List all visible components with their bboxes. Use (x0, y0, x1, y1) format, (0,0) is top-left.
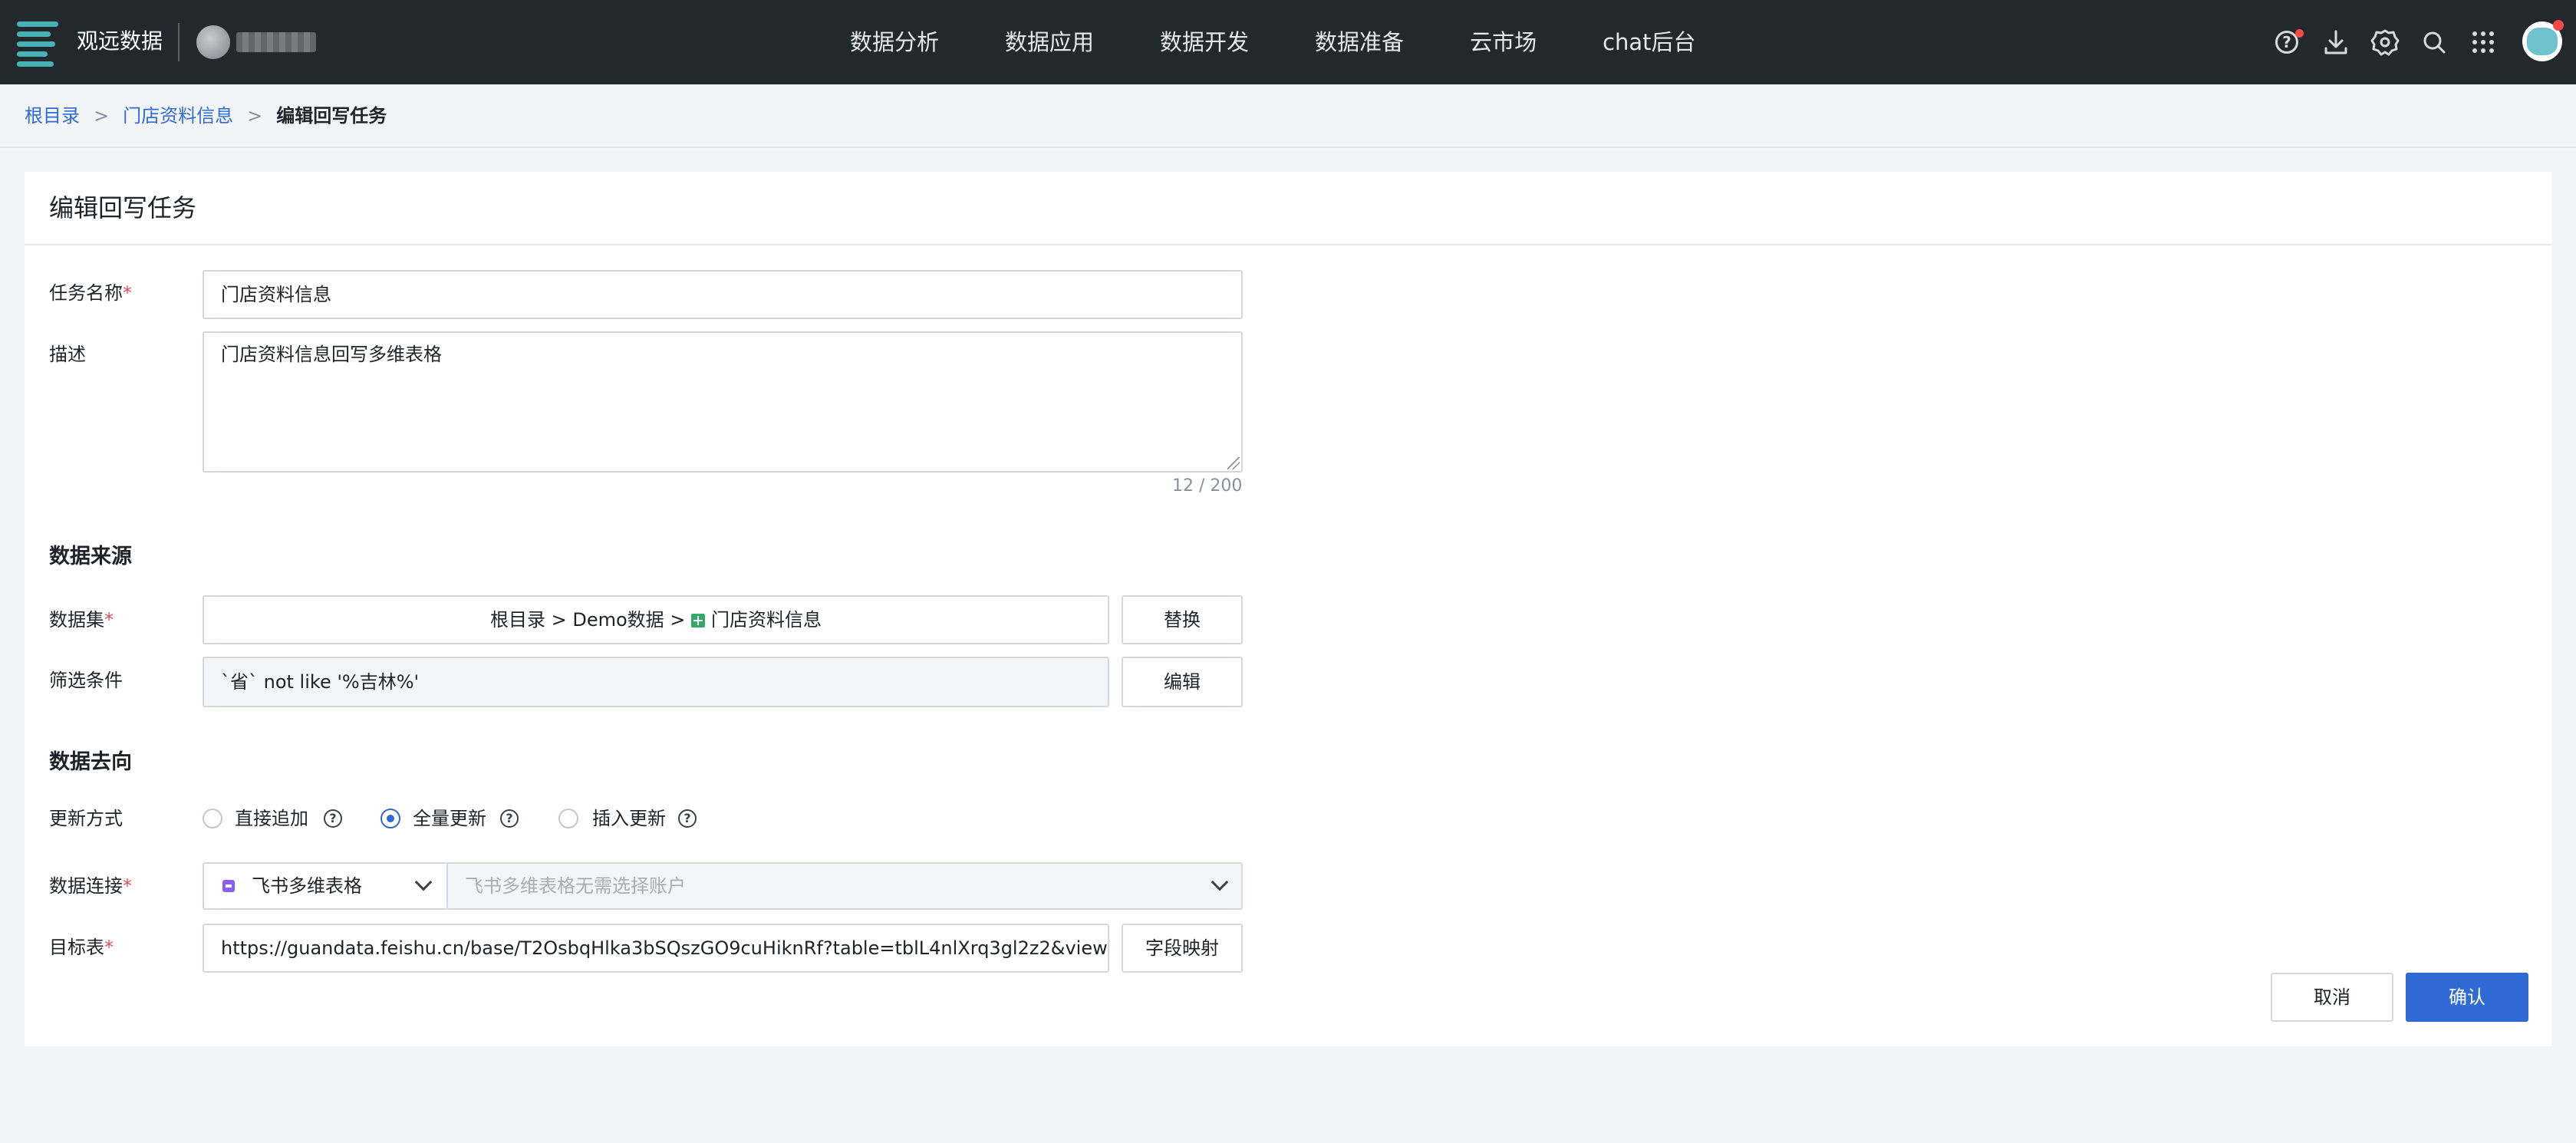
app-grid-icon[interactable] (2467, 26, 2499, 58)
account-placeholder: 飞书多维表格无需选择账户 (465, 875, 686, 897)
filter-condition-field: `省` not like '%吉林%' (203, 657, 1109, 707)
resize-handle[interactable] (1227, 457, 1240, 469)
breadcrumb-root[interactable]: 根目录 (25, 105, 80, 127)
dataset-label: 数据集* (49, 609, 114, 631)
cancel-button[interactable]: 取消 (2271, 973, 2393, 1022)
breadcrumb-current: 编辑回写任务 (276, 105, 387, 127)
main-nav: 数据分析 数据应用 数据开发 数据准备 云市场 chat后台 (850, 25, 1696, 60)
breadcrumb-store-info[interactable]: 门店资料信息 (123, 105, 233, 127)
radio-full-update-label[interactable]: 全量更新 (413, 805, 486, 832)
field-mapping-button[interactable]: 字段映射 (1122, 924, 1243, 973)
logo-icon[interactable] (17, 21, 58, 67)
help-icon[interactable]: ? (324, 809, 342, 828)
task-name-input[interactable]: 门店资料信息 (203, 270, 1243, 319)
filter-label: 筛选条件 (49, 670, 123, 691)
breadcrumb-divider (0, 147, 2576, 148)
description-text: 门店资料信息回写多维表格 (221, 344, 442, 365)
breadcrumb: 根目录 > 门店资料信息 > 编辑回写任务 (25, 103, 387, 129)
gear-icon[interactable] (2369, 26, 2401, 58)
workspace-avatar[interactable] (196, 25, 230, 59)
radio-append[interactable] (203, 809, 222, 828)
nav-item-data-development[interactable]: 数据开发 (1160, 25, 1249, 60)
chevron-down-icon (1211, 873, 1229, 891)
page-title: 编辑回写任务 (49, 193, 197, 222)
edit-task-panel: 编辑回写任务 任务名称* 门店资料信息 描述 门店资料信息回写多维表格 12 /… (25, 172, 2551, 1046)
help-icon[interactable]: ? (678, 809, 697, 828)
nav-item-data-analysis[interactable]: 数据分析 (850, 25, 939, 60)
nav-item-chat-admin[interactable]: chat后台 (1603, 25, 1695, 60)
breadcrumb-separator: > (247, 105, 263, 127)
radio-insert-update[interactable] (558, 809, 578, 828)
divider (25, 244, 2551, 245)
feishu-icon (222, 880, 235, 892)
task-name-label: 任务名称* (49, 282, 132, 304)
search-icon[interactable] (2418, 26, 2450, 58)
description-textarea[interactable]: 门店资料信息回写多维表格 (203, 331, 1243, 473)
chevron-down-icon (414, 873, 433, 891)
top-navigation-bar: 观远数据 数据分析 数据应用 数据开发 数据准备 云市场 chat后台 ? (0, 0, 2576, 84)
nav-item-cloud-market[interactable]: 云市场 (1470, 25, 1537, 60)
char-counter: 12 / 200 (1172, 476, 1243, 496)
download-icon[interactable] (2320, 26, 2352, 58)
update-mode-label: 更新方式 (49, 808, 123, 829)
dataset-path-prefix: 根目录 > Demo数据 > (489, 609, 686, 631)
connection-type-value: 飞书多维表格 (252, 875, 362, 897)
help-icon[interactable]: ? (500, 809, 519, 828)
description-label: 描述 (49, 344, 86, 365)
nav-item-data-application[interactable]: 数据应用 (1005, 25, 1094, 60)
dataset-path-field[interactable]: 根目录 > Demo数据 > 门店资料信息 (203, 595, 1109, 644)
confirm-button[interactable]: 确认 (2406, 973, 2528, 1022)
user-avatar[interactable] (2522, 20, 2564, 61)
help-icon[interactable]: ? (2271, 26, 2304, 58)
divider (178, 23, 180, 61)
source-section-title: 数据来源 (49, 545, 132, 568)
nav-item-data-preparation[interactable]: 数据准备 (1315, 25, 1404, 60)
connection-label: 数据连接* (49, 875, 132, 897)
account-select: 飞书多维表格无需选择账户 (446, 862, 1243, 910)
destination-section-title: 数据去向 (49, 750, 132, 774)
edit-filter-button[interactable]: 编辑 (1122, 657, 1243, 707)
radio-full-update[interactable] (380, 809, 400, 828)
connection-type-select[interactable]: 飞书多维表格 (203, 862, 448, 910)
app-title[interactable]: 观远数据 (77, 26, 163, 57)
dataset-name: 门店资料信息 (711, 609, 822, 631)
radio-append-label[interactable]: 直接追加 (235, 805, 308, 832)
target-table-input[interactable]: https://guandata.feishu.cn/base/T2OsbqHl… (203, 924, 1109, 973)
workspace-name-blurred[interactable] (236, 32, 316, 52)
sheet-icon (691, 614, 706, 627)
target-table-label: 目标表* (49, 937, 114, 958)
radio-insert-update-label[interactable]: 插入更新 (592, 805, 666, 832)
breadcrumb-separator: > (94, 105, 110, 127)
replace-button[interactable]: 替换 (1122, 595, 1243, 644)
